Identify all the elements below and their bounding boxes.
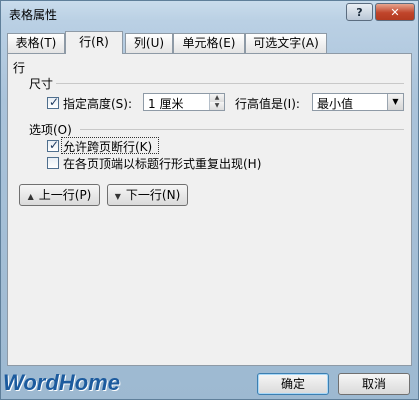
- options-divider: [80, 129, 404, 130]
- next-row-label: 下一行(N): [125, 188, 181, 202]
- checkmark-icon: ✓: [49, 138, 60, 152]
- arrow-down-icon: ▼: [114, 192, 121, 201]
- size-divider: [56, 83, 404, 84]
- allow-row-break-checkbox[interactable]: ✓: [47, 138, 60, 152]
- specify-height-label[interactable]: 指定高度(S):: [63, 95, 132, 112]
- title-bar[interactable]: 表格属性 ? ✕: [1, 1, 418, 27]
- repeat-header-checkbox[interactable]: [47, 157, 59, 169]
- checkmark-icon: ✓: [49, 95, 60, 109]
- row-height-value: 1 厘米: [148, 97, 184, 111]
- allow-row-break-label[interactable]: 允许跨页断行(K): [63, 138, 152, 155]
- spin-down-icon[interactable]: ▼: [210, 102, 224, 110]
- help-button[interactable]: ?: [346, 3, 373, 21]
- tab-cell[interactable]: 单元格(E): [173, 33, 245, 53]
- chevron-down-icon[interactable]: ▼: [387, 94, 403, 110]
- row-height-rule-select[interactable]: 最小值 ▼: [312, 93, 404, 111]
- repeat-header-label[interactable]: 在各页顶端以标题行形式重复出现(H): [63, 155, 261, 172]
- options-section-label: 选项(O): [29, 123, 72, 137]
- specify-height-checkbox[interactable]: ✓: [47, 95, 60, 109]
- table-properties-dialog: 表格属性 ? ✕ 表格(T) 行(R) 列(U) 单元格(E) 可选文字(A) …: [0, 0, 419, 400]
- close-button[interactable]: ✕: [375, 3, 415, 21]
- dialog-title: 表格属性: [9, 8, 58, 22]
- previous-row-button[interactable]: ▲ 上一行(P): [19, 184, 100, 206]
- spinner-arrows[interactable]: ▲ ▼: [209, 94, 224, 110]
- previous-row-label: 上一行(P): [38, 188, 92, 202]
- wordhome-watermark: WordHome: [3, 370, 120, 395]
- row-height-spinner[interactable]: 1 厘米 ▲ ▼: [143, 93, 225, 111]
- row-heading: 行: [13, 61, 26, 75]
- tab-row[interactable]: 行(R): [65, 31, 123, 54]
- cancel-button[interactable]: 取消: [338, 373, 410, 395]
- row-height-is-label: 行高值是(I):: [235, 97, 300, 111]
- spin-up-icon[interactable]: ▲: [210, 94, 224, 102]
- arrow-up-icon: ▲: [27, 192, 34, 201]
- tab-column[interactable]: 列(U): [125, 33, 173, 53]
- tab-alt-text[interactable]: 可选文字(A): [245, 33, 327, 53]
- row-height-rule-value: 最小值: [317, 97, 354, 111]
- next-row-button[interactable]: ▼ 下一行(N): [107, 184, 188, 206]
- ok-button[interactable]: 确定: [257, 373, 329, 395]
- size-section-label: 尺寸: [29, 77, 54, 91]
- tab-table[interactable]: 表格(T): [7, 33, 65, 53]
- row-tab-panel: 行 尺寸 ✓ 指定高度(S): 1 厘米 ▲ ▼ 行高值是(I): 最小值 ▼ …: [7, 53, 412, 366]
